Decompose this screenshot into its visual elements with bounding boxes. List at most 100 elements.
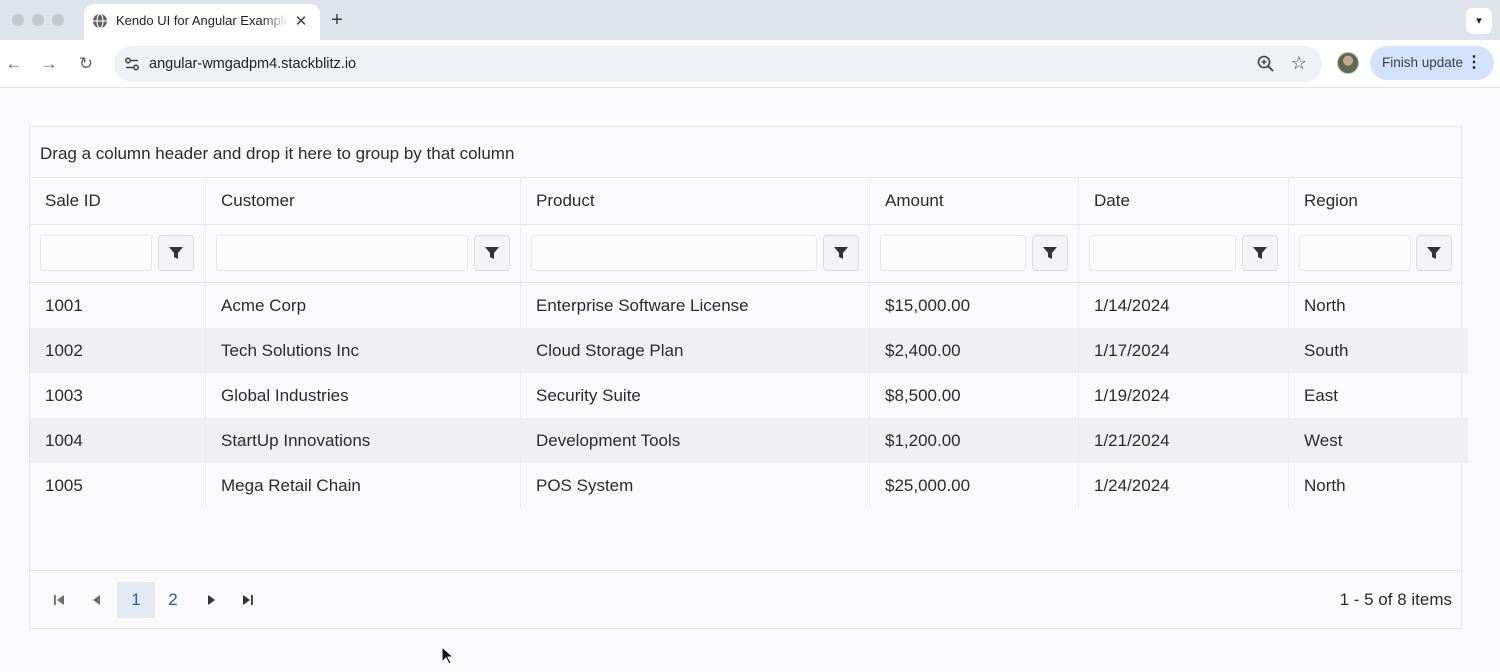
column-header-customer[interactable]: Customer [205,178,520,224]
cell-region: West [1288,418,1468,463]
avatar[interactable] [1337,52,1359,74]
cell-customer: StartUp Innovations [205,418,520,463]
cell-region: North [1288,463,1468,508]
cell-date: 1/19/2024 [1078,373,1288,418]
filter-button-date[interactable] [1242,235,1278,271]
filter-input-sale-id[interactable] [40,235,152,271]
cell-region: East [1288,373,1468,418]
cell-text: South [1304,341,1349,360]
cell-text: $1,200.00 [885,431,961,450]
cell-product: Enterprise Software License [520,283,869,328]
mouse-cursor-icon [441,646,455,665]
cell-text: Development Tools [536,431,681,450]
forward-arrow-icon[interactable]: → [37,52,61,76]
zoom-icon[interactable] [1256,54,1276,74]
filter-button-customer[interactable] [474,235,510,271]
filter-button-region[interactable] [1416,235,1452,271]
column-header-label: Amount [885,191,944,210]
column-header-date[interactable]: Date [1078,178,1288,224]
window-close-light[interactable] [12,14,24,26]
cell-text: Acme Corp [221,296,307,315]
window-zoom-light[interactable] [52,14,64,26]
filter-input-region[interactable] [1299,235,1411,271]
cell-customer: Global Industries [205,373,520,418]
table-row[interactable]: 1003 Global Industries Security Suite $8… [30,373,1468,418]
browser-tab[interactable]: Kendo UI for Angular Examples ✕ [84,4,320,40]
window-minimize-light[interactable] [32,14,44,26]
filter-cell-region [1288,225,1463,282]
filter-cell-amount [869,225,1078,282]
table-row[interactable]: 1004 StartUp Innovations Development Too… [30,418,1468,463]
cell-text: $8,500.00 [885,386,961,405]
header-row: Sale ID Customer Product Amount Date Reg… [30,178,1463,225]
table-row[interactable]: 1001 Acme Corp Enterprise Software Licen… [30,283,1468,328]
column-header-label: Region [1304,191,1358,210]
cell-text: $25,000.00 [885,476,971,495]
cell-text: $15,000.00 [885,296,971,315]
cell-amount: $25,000.00 [869,463,1078,508]
menu-kebab-icon[interactable]: ⋮ [1466,46,1482,80]
site-info-icon[interactable] [122,54,142,74]
table-row[interactable]: 1002 Tech Solutions Inc Cloud Storage Pl… [30,328,1468,373]
column-header-sale-id[interactable]: Sale ID [30,178,205,224]
browser-tabstrip: Kendo UI for Angular Examples ✕ + ▾ [0,0,1500,40]
cell-sale-id: 1003 [30,373,205,418]
globe-icon [93,13,107,29]
star-icon[interactable]: ☆ [1288,52,1310,74]
filter-button-product[interactable] [823,235,859,271]
column-header-product[interactable]: Product [520,178,869,224]
reload-icon[interactable]: ↻ [74,52,98,76]
filter-button-amount[interactable] [1032,235,1068,271]
cell-text: West [1304,431,1343,450]
previous-page-icon[interactable] [87,590,107,610]
pager-info: 1 - 5 of 8 items [1339,590,1452,609]
cell-text: 1003 [45,386,83,405]
page-button-2[interactable]: 2 [154,582,192,618]
filter-icon [1427,247,1441,259]
cell-text: North [1304,296,1346,315]
tab-search-icon[interactable]: ▾ [1466,8,1492,34]
new-tab-button[interactable]: + [326,9,348,31]
cell-date: 1/17/2024 [1078,328,1288,373]
column-header-amount[interactable]: Amount [869,178,1078,224]
group-panel[interactable]: Drag a column header and drop it here to… [30,127,1463,178]
data-grid: Drag a column header and drop it here to… [29,126,1468,629]
filter-input-date[interactable] [1089,235,1236,271]
filter-input-customer[interactable] [216,235,468,271]
cell-text: 1/19/2024 [1094,386,1170,405]
last-page-icon[interactable] [238,590,258,610]
cell-amount: $8,500.00 [869,373,1078,418]
cell-text: East [1304,386,1339,405]
table-row[interactable]: 1005 Mega Retail Chain POS System $25,00… [30,463,1468,508]
cell-region: South [1288,328,1468,373]
first-page-icon[interactable] [49,590,69,610]
cell-amount: $15,000.00 [869,283,1078,328]
cell-product: POS System [520,463,869,508]
finish-update-label: Finish update [1382,55,1464,70]
cell-text: Tech Solutions Inc [221,341,359,360]
next-page-icon[interactable] [201,590,221,610]
back-arrow-icon[interactable]: ← [2,52,26,76]
cell-region: North [1288,283,1468,328]
column-header-region[interactable]: Region [1288,178,1463,224]
finish-update-button[interactable]: Finish update ⋮ [1370,46,1494,80]
cell-text: 1/14/2024 [1094,296,1170,315]
cell-text: Enterprise Software License [536,296,749,315]
cell-product: Cloud Storage Plan [520,328,869,373]
tab-close-icon[interactable]: ✕ [291,12,311,32]
cell-customer: Tech Solutions Inc [205,328,520,373]
filter-icon [834,247,848,259]
page-button-1[interactable]: 1 [117,582,155,618]
cell-text: 1002 [45,341,83,360]
cell-text: 1/21/2024 [1094,431,1170,450]
filter-cell-sale-id [30,225,205,282]
cell-amount: $1,200.00 [869,418,1078,463]
filter-button-sale-id[interactable] [158,235,194,271]
url-text: angular-wmgadpm4.stackblitz.io [149,56,357,72]
filter-input-product[interactable] [531,235,817,271]
browser-toolbar: ← → ↻ angular-wmgadpm4.stackblitz.io ☆ F… [0,40,1500,88]
filter-cell-product [520,225,869,282]
cell-text: StartUp Innovations [221,431,371,450]
filter-input-amount[interactable] [880,235,1026,271]
address-bar[interactable]: angular-wmgadpm4.stackblitz.io ☆ [114,46,1322,82]
